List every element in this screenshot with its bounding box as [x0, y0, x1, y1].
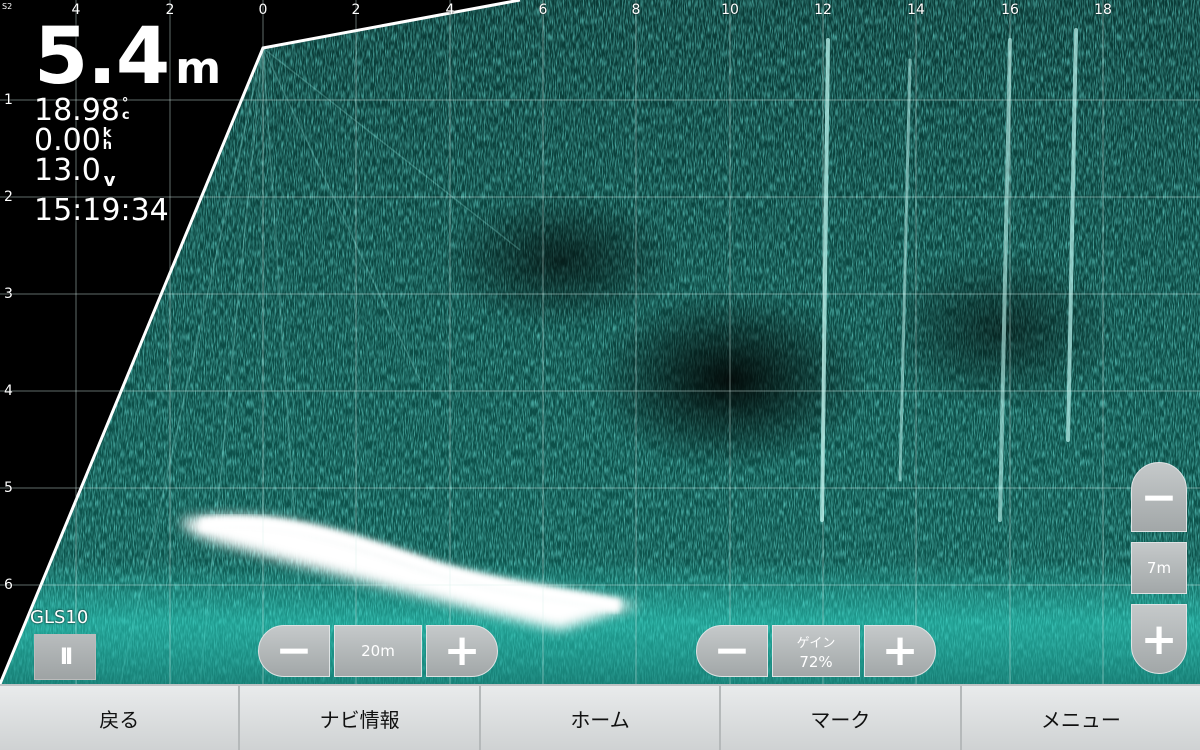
gain-decrease-button[interactable]: − — [696, 625, 768, 677]
range-value-button[interactable]: 20m — [334, 625, 422, 677]
pause-icon: II — [59, 644, 73, 670]
minus-icon: − — [713, 625, 751, 676]
gain-value: 72% — [799, 652, 833, 671]
screen-indicator: S2 — [2, 2, 13, 11]
voltage-readout: 13.0 v — [34, 156, 221, 196]
x-tick: 14 — [907, 2, 925, 18]
minus-icon: − — [1140, 471, 1178, 523]
plus-icon: + — [1140, 613, 1178, 665]
y-tick: 1 — [4, 92, 13, 108]
zoom-increase-button[interactable]: + — [1131, 604, 1187, 674]
softkey-bar: 戻る ナビ情報 ホーム マーク メニュー — [0, 684, 1200, 750]
x-tick: 12 — [814, 2, 832, 18]
nav-info-button[interactable]: ナビ情報 — [240, 686, 481, 750]
temperature-readout: 18.98 ° c — [34, 96, 221, 126]
voltage-value: 13.0 — [34, 153, 101, 188]
speed-value: 0.00 — [34, 123, 101, 158]
sonar-display[interactable]: S2 4 2 0 2 4 6 8 10 12 14 16 18 1 2 3 4 … — [0, 0, 1200, 684]
x-tick: 4 — [445, 2, 455, 18]
pause-button[interactable]: II — [34, 634, 96, 680]
speed-unit-h: h — [102, 138, 113, 153]
voltage-unit: v — [103, 170, 116, 191]
data-readout: 5.4 m 18.98 ° c 0.00 k h 13.0 v 15:19:34 — [34, 18, 221, 226]
home-button[interactable]: ホーム — [480, 686, 722, 750]
back-button[interactable]: 戻る — [0, 686, 241, 750]
y-tick: 4 — [4, 383, 13, 399]
transducer-label: GLS10 — [30, 607, 89, 628]
speed-unit: k h — [102, 127, 113, 153]
speed-readout: 0.00 k h — [34, 126, 221, 156]
range-control: − 20m + — [258, 625, 498, 677]
depth-unit: m — [175, 43, 222, 94]
clock-value: 15:19:34 — [34, 193, 169, 228]
x-tick: 10 — [721, 2, 739, 18]
menu-button[interactable]: メニュー — [961, 686, 1200, 750]
x-tick: 2 — [351, 2, 361, 18]
gain-label: ゲイン — [796, 635, 836, 651]
depth-readout: 5.4 m — [34, 18, 221, 96]
plus-icon: + — [881, 625, 919, 676]
zoom-value: 7m — [1146, 559, 1172, 577]
gain-value-button[interactable]: ゲイン 72% — [772, 625, 860, 677]
range-decrease-button[interactable]: − — [258, 625, 330, 677]
y-tick: 3 — [4, 286, 13, 302]
clock-readout: 15:19:34 — [34, 196, 221, 226]
mark-button[interactable]: マーク — [721, 686, 962, 750]
gain-control: − ゲイン 72% + — [696, 625, 936, 677]
depth-value: 5.4 — [34, 12, 170, 102]
x-tick: 0 — [258, 2, 268, 18]
zoom-value-button[interactable]: 7m — [1131, 542, 1187, 594]
x-tick: 18 — [1094, 2, 1112, 18]
x-tick: 8 — [631, 2, 641, 18]
y-tick: 6 — [4, 577, 13, 593]
zoom-control: − 7m + — [1131, 462, 1187, 674]
temperature-value: 18.98 — [34, 93, 120, 128]
x-tick: 16 — [1001, 2, 1019, 18]
y-tick: 2 — [4, 189, 13, 205]
range-value: 20m — [361, 642, 395, 660]
range-increase-button[interactable]: + — [426, 625, 498, 677]
zoom-decrease-button[interactable]: − — [1131, 462, 1187, 532]
plus-icon: + — [443, 625, 481, 676]
gain-increase-button[interactable]: + — [864, 625, 936, 677]
minus-icon: − — [275, 625, 313, 676]
y-tick: 5 — [4, 480, 13, 496]
x-tick: 6 — [538, 2, 548, 18]
temperature-unit-c: c — [121, 108, 130, 123]
temperature-unit: ° c — [121, 97, 130, 123]
